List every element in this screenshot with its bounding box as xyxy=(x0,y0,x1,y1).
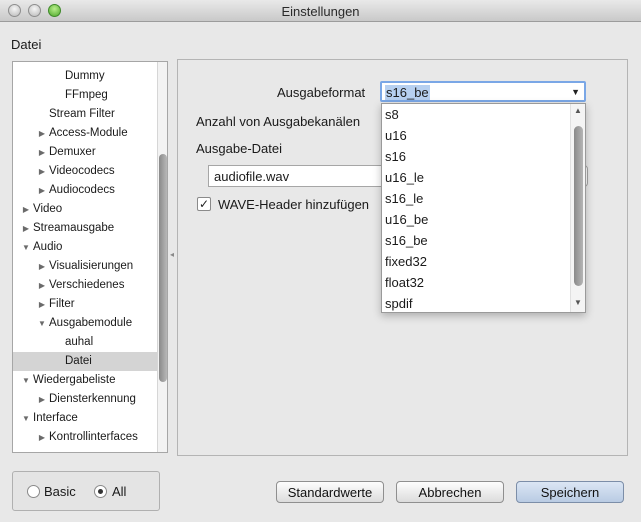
tree-item[interactable]: ▶ Video xyxy=(13,200,157,219)
tree-item-label: Video xyxy=(33,203,63,215)
tree-item[interactable]: FFmpeg xyxy=(13,86,157,105)
dropdown-scrollbar-thumb[interactable] xyxy=(574,126,583,286)
basic-radio-label: Basic xyxy=(44,484,76,499)
output-file-label: Ausgabe-Datei xyxy=(196,141,282,156)
collapsed-triangle-icon[interactable]: ▶ xyxy=(21,200,31,219)
collapsed-triangle-icon[interactable]: ▶ xyxy=(21,219,31,238)
section-title: Datei xyxy=(11,37,42,52)
tree-item-label: Kontrollinterfaces xyxy=(49,431,138,443)
tree-item[interactable]: Stream Filter xyxy=(13,105,157,124)
tree-item-label: Verschiedenes xyxy=(49,279,125,291)
tree-item[interactable]: ▶ Access-Module xyxy=(13,124,157,143)
tree-item[interactable]: ▶ Videocodecs xyxy=(13,162,157,181)
format-select[interactable]: s16_be ▼ xyxy=(380,81,586,102)
tree-item[interactable]: Datei xyxy=(13,352,157,371)
title-bar: Einstellungen xyxy=(0,0,641,22)
format-option[interactable]: float32 xyxy=(385,272,424,293)
tree-item-label: Wiedergabeliste xyxy=(33,374,116,386)
tree-item[interactable]: ▶ Diensterkennung xyxy=(13,390,157,409)
tree-item-label: Interface xyxy=(33,412,78,424)
tree-item-label: Demuxer xyxy=(49,146,96,158)
scroll-up-icon[interactable]: ▲ xyxy=(573,106,583,115)
tree-item-label: Datei xyxy=(65,355,92,367)
expanded-triangle-icon[interactable]: ▼ xyxy=(21,371,31,390)
preferences-tree[interactable]: Dummy FFmpeg Stream Filter ▶ Access-Module ▶ D… xyxy=(12,61,168,453)
tree-item-label: Streamausgabe xyxy=(33,222,115,234)
collapsed-triangle-icon[interactable]: ▶ xyxy=(37,181,47,200)
tree-item[interactable]: ▼ Interface xyxy=(13,409,157,428)
collapsed-triangle-icon[interactable]: ▶ xyxy=(37,295,47,314)
format-option[interactable]: u16_be xyxy=(385,209,428,230)
collapsed-triangle-icon[interactable]: ▶ xyxy=(37,143,47,162)
format-label: Ausgabeformat xyxy=(277,85,366,100)
collapsed-triangle-icon[interactable]: ▶ xyxy=(37,124,47,143)
tree-item[interactable]: Dummy xyxy=(13,67,157,86)
tree-item[interactable]: ▶ Visualisierungen xyxy=(13,257,157,276)
tree-item-label: Filter xyxy=(49,298,75,310)
tree-item[interactable]: auhal xyxy=(13,333,157,352)
dropdown-scrollbar[interactable]: ▲ ▼ xyxy=(570,104,585,312)
reset-defaults-button[interactable]: Standardwerte xyxy=(276,481,384,503)
tree-item[interactable]: ▶ Streamausgabe xyxy=(13,219,157,238)
tree-scrollbar[interactable] xyxy=(157,62,167,452)
format-option[interactable]: u16_le xyxy=(385,167,424,188)
wave-header-label: WAVE-Header hinzufügen xyxy=(218,197,370,212)
format-option[interactable]: u16 xyxy=(385,125,407,146)
tree-item[interactable]: ▼ Ausgabemodule xyxy=(13,314,157,333)
save-button[interactable]: Speichern xyxy=(516,481,624,503)
format-option[interactable]: s16_be xyxy=(385,230,428,251)
collapsed-triangle-icon[interactable]: ▶ xyxy=(37,257,47,276)
tree-item[interactable]: ▶ Filter xyxy=(13,295,157,314)
tree-item-label: FFmpeg xyxy=(65,89,108,101)
collapsed-triangle-icon[interactable]: ▶ xyxy=(37,276,47,295)
format-select-value: s16_be xyxy=(385,85,430,100)
tree-item-label: Audiocodecs xyxy=(49,184,115,196)
all-radio[interactable] xyxy=(94,485,107,498)
window-title: Einstellungen xyxy=(281,4,360,19)
checkmark-icon: ✓ xyxy=(198,197,210,211)
splitter-handle-icon[interactable]: ◂ xyxy=(170,250,174,259)
tree-item-label: Visualisierungen xyxy=(49,260,134,272)
collapsed-triangle-icon[interactable]: ▶ xyxy=(37,428,47,447)
format-option[interactable]: spdif xyxy=(385,293,412,312)
tree-item[interactable]: ▼ Wiedergabeliste xyxy=(13,371,157,390)
all-radio-label: All xyxy=(112,484,127,499)
tree-item[interactable]: ▶ Demuxer xyxy=(13,143,157,162)
format-option[interactable]: s16_le xyxy=(385,188,423,209)
collapsed-triangle-icon[interactable]: ▶ xyxy=(37,162,47,181)
expanded-triangle-icon[interactable]: ▼ xyxy=(37,314,47,333)
format-option[interactable]: s16 xyxy=(385,146,406,167)
tree-scrollbar-thumb[interactable] xyxy=(159,154,167,382)
scroll-down-icon[interactable]: ▼ xyxy=(573,298,583,307)
tree-item-label: Stream Filter xyxy=(49,108,115,120)
expanded-triangle-icon[interactable]: ▼ xyxy=(21,409,31,428)
cancel-button[interactable]: Abbrechen xyxy=(396,481,504,503)
tree-item-label: Audio xyxy=(33,241,63,253)
tree-item-label: Ausgabemodule xyxy=(49,317,133,329)
tree-item-label: Dummy xyxy=(65,70,105,82)
format-dropdown-list[interactable]: s8 u16 s16 u16_le s16_le u16_be s16_be fixed32 f… xyxy=(381,103,586,313)
format-option[interactable]: fixed32 xyxy=(385,251,427,272)
tree-item[interactable]: ▶ Audiocodecs xyxy=(13,181,157,200)
tree-item[interactable]: ▶ Kontrollinterfaces xyxy=(13,428,157,447)
tree-item-label: Videocodecs xyxy=(49,165,115,177)
basic-radio[interactable] xyxy=(27,485,40,498)
tree-item[interactable]: ▼ Audio xyxy=(13,238,157,257)
tree-item-label: Access-Module xyxy=(49,127,128,139)
tree-item[interactable]: ▶ Verschiedenes xyxy=(13,276,157,295)
collapsed-triangle-icon[interactable]: ▶ xyxy=(37,390,47,409)
wave-header-checkbox[interactable]: ✓ xyxy=(197,197,211,211)
chevron-down-icon: ▼ xyxy=(571,87,580,97)
tree-item-label: auhal xyxy=(65,336,94,348)
expanded-triangle-icon[interactable]: ▼ xyxy=(21,238,31,257)
channels-label: Anzahl von Ausgabekanälen xyxy=(196,114,361,129)
tree-item-label: Diensterkennung xyxy=(49,393,136,405)
format-option[interactable]: s8 xyxy=(385,104,399,125)
